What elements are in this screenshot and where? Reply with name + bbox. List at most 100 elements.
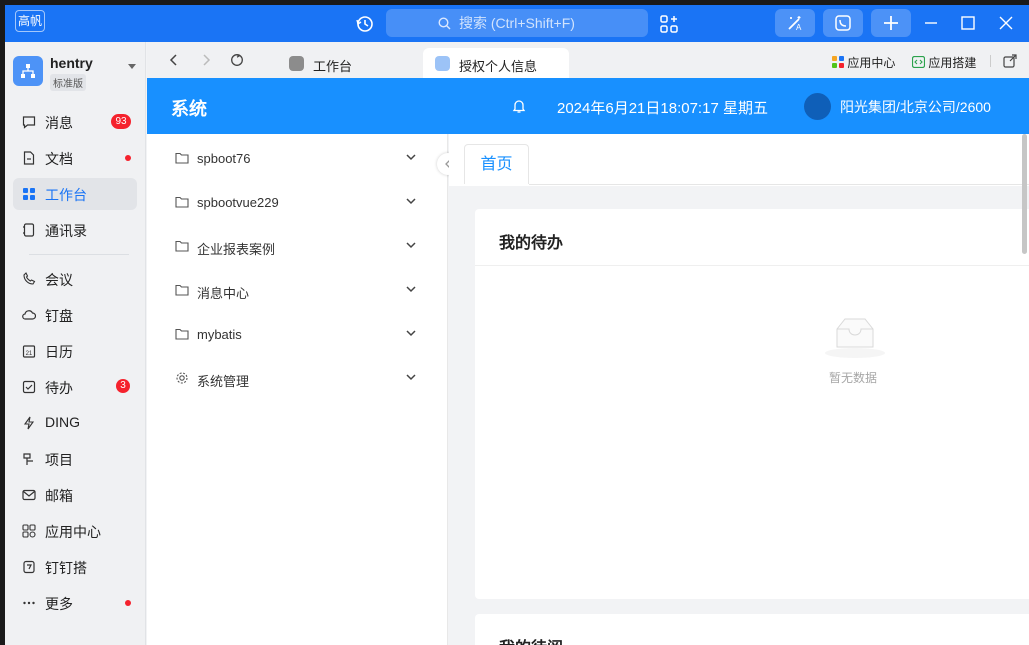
magic-wand-icon: A [788,16,802,32]
gear-icon [176,372,188,384]
maximize-icon[interactable] [959,14,977,32]
sidebar-item-mail[interactable]: 邮箱 [13,479,137,511]
sidebar-item-label: 钉钉搭 [45,560,87,576]
refresh-icon[interactable] [230,53,244,67]
menu-item-system-management[interactable]: 系统管理 [147,356,447,400]
app-builder-link[interactable]: 应用搭建 [911,54,977,71]
user-name[interactable]: hentry [50,55,93,71]
message-icon [22,116,36,129]
code-icon [911,55,926,69]
folder-icon [175,284,189,296]
org-avatar[interactable] [13,56,43,86]
search-icon [438,17,451,30]
sidebar-item-todo[interactable]: 待办 3 [13,371,137,403]
sidebar-item-app-center[interactable]: 应用中心 [13,515,137,547]
folder-icon [175,196,189,208]
browser-tab-bar: 工作台 授权个人信息 应用中心 应用搭建 [147,42,1029,78]
tab-home[interactable]: 首页 [464,144,529,184]
builder-icon [23,560,35,574]
minimize-icon[interactable] [922,14,940,32]
contacts-icon [23,223,35,237]
page-tab-icon [435,56,450,71]
svg-text:21: 21 [26,351,33,357]
add-button[interactable] [871,9,911,37]
document-icon [23,151,35,165]
calendar-icon: 21 [22,345,36,358]
ai-button[interactable]: A [775,9,815,37]
sidebar-item-drive[interactable]: 钉盘 [13,299,137,331]
todo-badge: 3 [116,379,130,393]
menu-item-mybatis[interactable]: mybatis [147,312,447,356]
chevron-down-icon[interactable] [128,64,136,69]
sidebar-item-docs[interactable]: 文档 [13,142,137,174]
menu-item-spbootvue229[interactable]: spbootvue229 [147,180,447,224]
app-window: 高帆 搜索 (Ctrl+Shift+F) A hentry 标准版 消息 93 … [5,5,1029,645]
back-icon[interactable] [167,53,181,67]
card-divider [475,265,1029,266]
open-external-icon[interactable] [1003,54,1018,68]
forward-icon[interactable] [199,53,213,67]
to-read-card: 我的待阅 [475,614,1029,645]
plus-icon [884,16,898,30]
app-builder-label: 应用搭建 [928,56,977,70]
history-icon[interactable] [355,14,375,34]
sidebar-item-messages[interactable]: 消息 93 [13,106,137,138]
chevron-down-icon [406,154,416,161]
app-center-link[interactable]: 应用中心 [832,54,895,71]
toolbar-divider [990,55,991,67]
menu-item-spboot76[interactable]: spboot76 [147,136,447,180]
menu-item-label: spboot76 [197,151,251,166]
bell-icon[interactable] [512,98,526,114]
sidebar-item-more[interactable]: 更多 [13,587,137,619]
user-avatar[interactable] [804,93,831,120]
sidebar-item-workbench[interactable]: 工作台 [13,178,137,210]
menu-item-label: 系统管理 [197,374,250,389]
brand-logo: 高帆 [15,10,45,32]
phone-icon [835,15,851,31]
new-dot [125,155,131,161]
meeting-icon [23,272,36,285]
sidebar-item-label: 日历 [45,344,73,360]
sidebar-item-label: DING [45,414,80,430]
sidebar-item-label: 邮箱 [45,488,73,504]
folder-icon [175,240,189,252]
call-button[interactable] [823,9,863,37]
close-icon[interactable] [997,14,1015,32]
tab-authorize-info[interactable]: 授权个人信息 [423,48,569,78]
menu-item-report-cases[interactable]: 企业报表案例 [147,224,447,268]
sidebar-item-label: 消息 [45,115,73,131]
content-scrollbar[interactable] [1022,134,1027,254]
edition-badge: 标准版 [50,74,86,91]
sidebar-divider [29,254,129,255]
org-path[interactable]: 阳光集团/北京公司/2600 [840,97,991,117]
sidebar-item-project[interactable]: 项目 [13,443,137,475]
menu-item-message-center[interactable]: 消息中心 [147,268,447,312]
svg-text:A: A [796,23,802,32]
sidebar: hentry 标准版 消息 93 文档 工作台 通讯录 会议 钉盘 21 日历 … [5,42,146,645]
empty-state-text: 暂无数据 [829,371,878,385]
sidebar-item-calendar[interactable]: 21 日历 [13,335,137,367]
page-tab-bar: 首页 [449,134,1029,186]
sidebar-item-ding[interactable]: DING [13,407,137,439]
tab-workbench[interactable]: 工作台 [277,48,397,78]
sidebar-item-meeting[interactable]: 会议 [13,263,137,295]
new-dot [125,600,131,606]
empty-inbox-icon [825,318,885,358]
sidebar-item-label: 文档 [45,151,73,167]
sidebar-item-label: 钉盘 [45,308,73,324]
mail-icon [22,489,36,501]
main-content: 首页 我的待办 暂无数据 我的待阅 [449,134,1029,645]
search-input[interactable]: 搜索 (Ctrl+Shift+F) [386,9,648,37]
sidebar-item-contacts[interactable]: 通讯录 [13,214,137,246]
apps-grid-icon[interactable] [660,15,678,33]
side-menu: spboot76 spbootvue229 企业报表案例 消息中心 mybati… [147,134,448,645]
workbench-tab-icon [289,56,304,71]
folder-icon [175,328,189,340]
org-icon [21,64,35,78]
app-center-icon [22,524,36,538]
sidebar-item-label: 项目 [45,452,73,468]
chevron-down-icon [406,198,416,205]
sidebar-item-dingda[interactable]: 钉钉搭 [13,551,137,583]
app-center-color-icon [832,56,844,68]
tab-label: 授权个人信息 [459,59,538,74]
